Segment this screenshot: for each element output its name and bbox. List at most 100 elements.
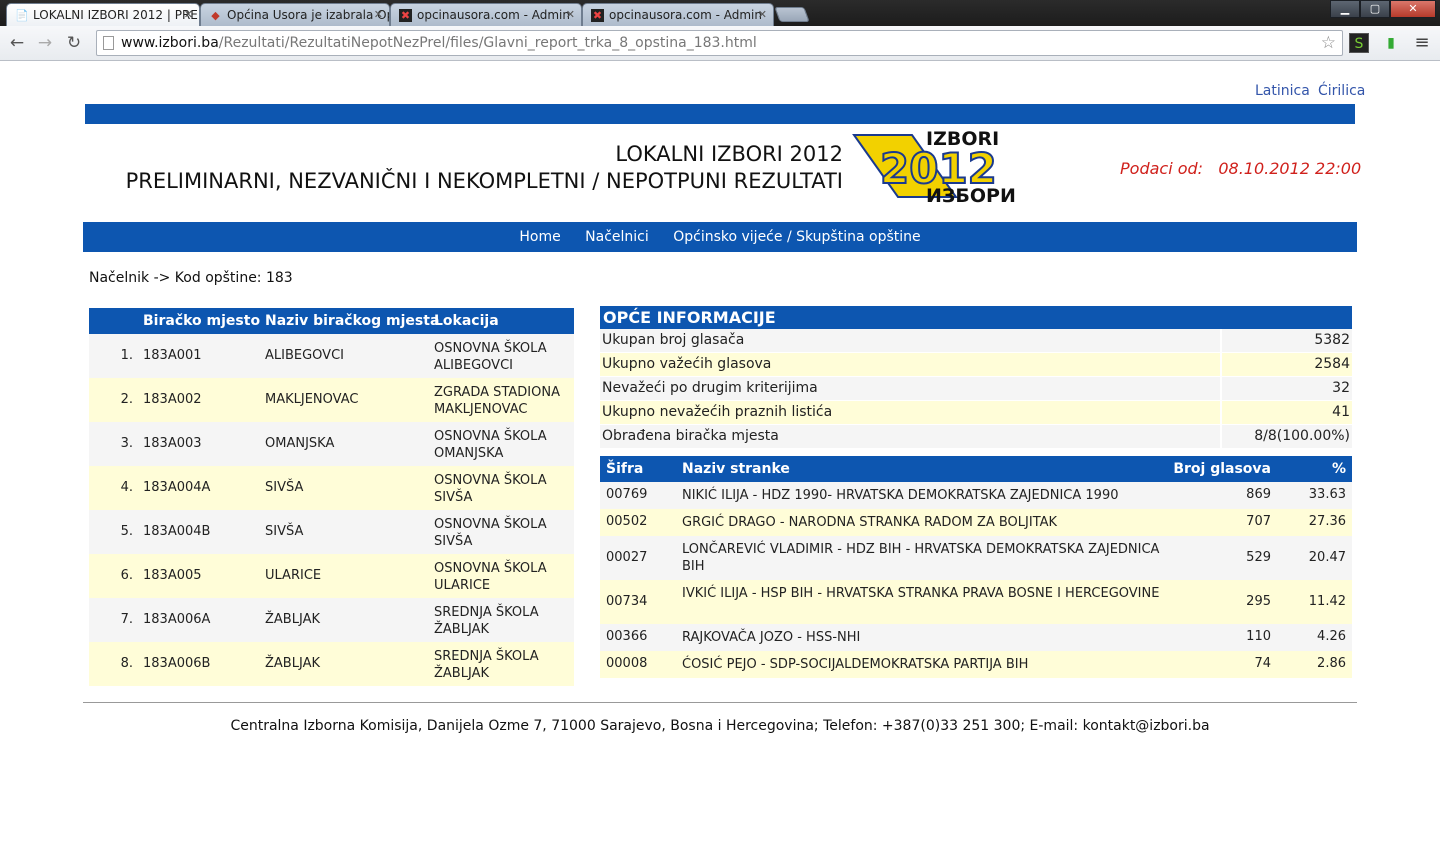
table-row: 4. 183A004A SIVŠA OSNOVNA ŠKOLA SIVŠA [89,466,574,510]
page-icon: 📄 [15,9,29,22]
column-divider [1220,329,1222,353]
info-label: Ukupno važećih glasova [602,356,772,372]
info-title: OPĆE INFORMACIJE [600,306,1352,329]
latinica-link[interactable]: Latinica [1255,83,1310,99]
close-tab-icon[interactable]: ✕ [758,8,767,21]
column-divider [1220,353,1222,377]
table-header: Šifra Naziv stranke Broj glasova % [600,456,1352,482]
party-code: 00366 [606,629,648,644]
info-value: 32 [1332,380,1350,396]
header-bar [85,104,1355,124]
close-tab-icon[interactable]: ✕ [566,8,575,21]
browser-tab-4[interactable]: ✖ opcinausora.com - Admin ✕ [582,3,774,26]
table-row: 00502 GRGIĆ DRAGO - NARODNA STRANKA RADOM… [600,509,1352,536]
header-party: Naziv stranke [682,461,790,477]
polling-station-name: ŽABLJAK [265,612,320,627]
url-path: /Rezultati/RezultatiNepotNezPrel/files/G… [218,35,757,51]
results-table: Šifra Naziv stranke Broj glasova % 00769… [600,456,1352,678]
general-info-table: OPĆE INFORMACIJE Ukupan broj glasača 5382… [600,306,1352,449]
row-number: 7. [120,612,133,627]
polling-station-name: ALIBEGOVCI [265,348,344,363]
forward-arrow-icon[interactable]: → [33,32,57,54]
table-row: 3. 183A003 OMANJSKA OSNOVNA ŠKOLA OMANJSKA [89,422,574,466]
tab-title: LOKALNI IZBORI 2012 | PRE [33,8,198,22]
table-row: 00366 RAJKOVAČA JOZO - HSS-NHI 110 4.26 [600,624,1352,651]
timestamp-label: Podaci od: [1120,159,1204,178]
info-row: Ukupno nevažećih praznih listića 41 [600,401,1352,425]
signal-bars-icon[interactable]: ▮ [1381,33,1401,53]
maximize-button[interactable]: ▢ [1360,0,1390,18]
polling-station-code: 183A006A [143,612,211,627]
polling-station-location: OSNOVNA ŠKOLA ULARICE [434,561,547,593]
party-name: LONČAREVIĆ VLADIMIR - HDZ BIH - HRVATSKA… [682,542,1160,574]
polling-station-name: ŽABLJAK [265,656,320,671]
header-location: Lokacija [434,313,499,329]
window-controls: ▁ ▢ ✕ [1330,0,1436,18]
header-name: Naziv biračkog mjesta [265,313,440,329]
breadcrumb: Načelnik -> Kod opštine: 183 [89,270,293,286]
header-percent: % [1331,461,1346,477]
row-number: 4. [120,480,133,495]
menu-vijece[interactable]: Općinsko vijeće / Skupština opštine [673,229,920,245]
polling-station-code: 183A005 [143,568,202,583]
page-subtitle: PRELIMINARNI, NEZVANIČNI I NEKOMPLETNI /… [125,169,843,193]
info-label: Obrađena biračka mjesta [602,428,779,444]
polling-station-code: 183A004B [143,524,211,539]
minimize-button[interactable]: ▁ [1330,0,1360,18]
table-row: 6. 183A005 ULARICE OSNOVNA ŠKOLA ULARICE [89,554,574,598]
party-code: 00734 [606,594,648,609]
party-percent: 33.63 [1308,487,1346,502]
reload-icon[interactable]: ↻ [62,32,86,54]
header-votes: Broj glasova [1173,461,1271,477]
table-row: 1. 183A001 ALIBEGOVCI OSNOVNA ŠKOLA ALIBEGO… [89,334,574,378]
izbori-2012-logo: IZBORI 2012 ИЗБОРИ [852,128,1016,205]
party-name: RAJKOVAČA JOZO - HSS-NHI [682,630,861,645]
party-votes: 529 [1246,550,1271,565]
polling-station-location: SREDNJA ŠKOLA ŽABLJAK [434,649,539,681]
polling-station-name: MAKLJENOVAC [265,392,359,407]
party-name: IVKIĆ ILIJA - HSP BIH - HRVATSKA STRANKA… [682,586,1160,601]
info-value: 41 [1332,404,1350,420]
close-window-button[interactable]: ✕ [1390,0,1436,18]
cirilica-link[interactable]: Ćirilica [1318,83,1365,99]
polling-station-location: ZGRADA STADIONA MAKLJENOVAC [434,385,560,417]
back-arrow-icon[interactable]: ← [5,32,29,54]
info-row: Ukupan broj glasača 5382 [600,329,1352,353]
party-code: 00769 [606,487,648,502]
polling-station-location: OSNOVNA ŠKOLA ALIBEGOVCI [434,341,547,373]
tab-title: opcinausora.com - Admin [417,8,570,22]
polling-station-code: 183A004A [143,480,211,495]
party-code: 00027 [606,550,648,565]
browser-tab-3[interactable]: ✖ opcinausora.com - Admin ✕ [390,3,582,26]
polling-stations-table: Biračko mjesto Naziv biračkog mjesta Lok… [89,308,574,686]
header-code: Biračko mjesto [143,313,261,329]
info-value: 2584 [1314,356,1350,372]
polling-station-code: 183A002 [143,392,202,407]
tab-title: opcinausora.com - Admin [609,8,762,22]
table-row: 00734 IVKIĆ ILIJA - HSP BIH - HRVATSKA ST… [600,580,1352,624]
polling-station-name: SIVŠA [265,480,304,495]
polling-station-location: OSNOVNA ŠKOLA SIVŠA [434,473,547,505]
table-row: 00008 ĆOSIĆ PEJO - SDP-SOCIJALDEMOKRATSKA… [600,651,1352,678]
browser-tab-1[interactable]: 📄 LOKALNI IZBORI 2012 | PRE ✕ [6,3,200,26]
party-name: ĆOSIĆ PEJO - SDP-SOCIJALDEMOKRATSKA PART… [682,657,1029,672]
browser-tab-2[interactable]: ◆ Općina Usora je izabrala Op ✕ [200,3,390,26]
shield-icon: ◆ [211,9,220,22]
address-bar[interactable]: www.izbori.ba/Rezultati/RezultatiNepotNe… [96,30,1343,56]
joomla-icon: ✖ [591,9,604,22]
info-value: 5382 [1314,332,1350,348]
party-votes: 74 [1254,656,1271,671]
party-code: 00008 [606,656,648,671]
extension-icon[interactable]: S [1349,33,1369,53]
party-percent: 27.36 [1308,514,1346,529]
bookmark-star-icon[interactable]: ☆ [1321,31,1336,55]
close-tab-icon[interactable]: ✕ [184,8,193,21]
close-tab-icon[interactable]: ✕ [374,8,383,21]
browser-toolbar: ← → ↻ www.izbori.ba/Rezultati/RezultatiN… [0,26,1440,61]
new-tab-button[interactable] [774,7,810,22]
tab-title: Općina Usora je izabrala Op [227,8,390,22]
menu-nacelnici[interactable]: Načelnici [585,229,649,245]
table-row: 8. 183A006B ŽABLJAK SREDNJA ŠKOLA ŽABLJAK [89,642,574,686]
menu-icon[interactable]: ≡ [1412,33,1432,53]
menu-home[interactable]: Home [519,229,560,245]
